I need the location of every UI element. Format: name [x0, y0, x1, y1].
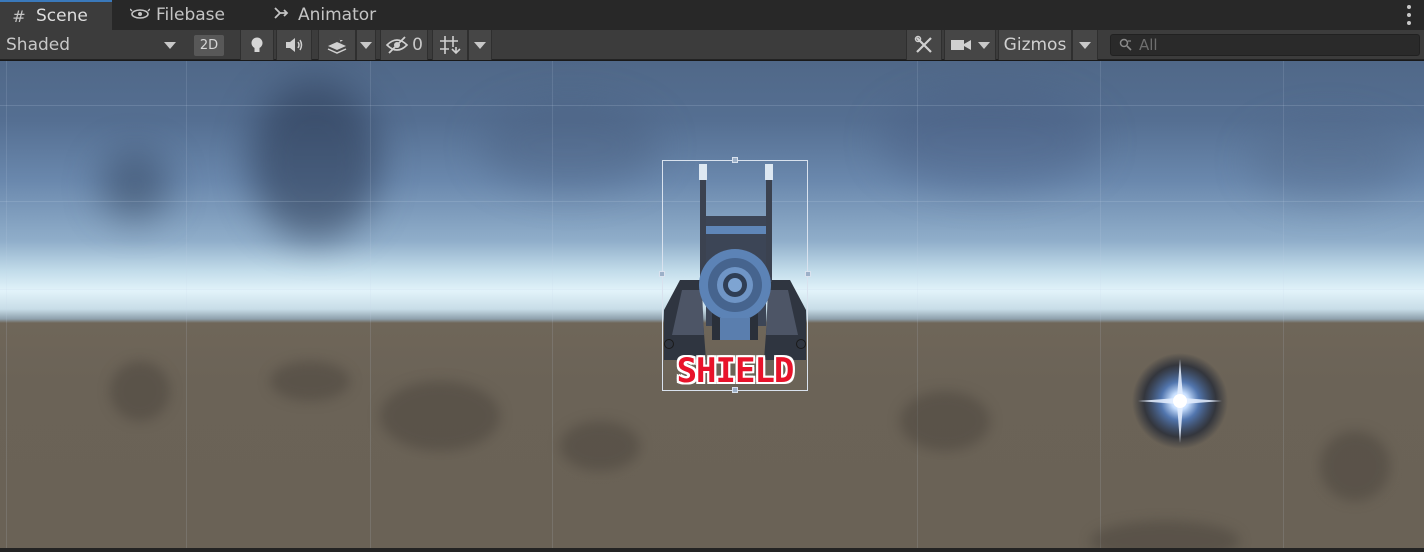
- lighting-toggle-button[interactable]: [240, 30, 274, 60]
- chevron-down-icon: [474, 41, 486, 49]
- sky-cloud: [100, 151, 170, 221]
- toggle-2d-label: 2D: [193, 34, 225, 56]
- chevron-down-icon: [360, 41, 372, 49]
- ground-patch: [380, 381, 500, 451]
- effects-toggle-button[interactable]: [318, 30, 356, 60]
- sky-cloud: [480, 101, 660, 191]
- toggle-2d-button[interactable]: 2D: [190, 30, 228, 60]
- hidden-objects-toggle[interactable]: 0: [380, 30, 428, 60]
- sky-cloud: [1250, 121, 1410, 201]
- speaker-icon: [286, 38, 303, 52]
- grid-line: [370, 61, 371, 552]
- grid-toggle-button[interactable]: [432, 30, 468, 60]
- grid-line: [552, 61, 553, 552]
- sky-cloud: [880, 91, 1100, 191]
- pivot-handle-left[interactable]: [664, 339, 674, 349]
- light-flare-icon[interactable]: [1130, 351, 1230, 451]
- filebase-icon: [129, 6, 151, 25]
- ground-patch: [110, 361, 170, 421]
- ground-patch: [270, 361, 350, 401]
- draw-mode-label: Shaded: [6, 35, 71, 55]
- tab-animator[interactable]: Animator: [262, 0, 392, 30]
- tab-animator-label: Animator: [298, 5, 377, 25]
- ground-patch: [560, 421, 640, 471]
- grid-line: [1283, 61, 1284, 552]
- shield-label: SHIELD: [676, 351, 795, 391]
- search-icon: [1119, 38, 1132, 51]
- draw-mode-dropdown[interactable]: Shaded: [6, 30, 182, 60]
- grid-line: [0, 105, 1424, 106]
- tab-bar: # Scene Filebase Animator: [0, 0, 1424, 30]
- search-input[interactable]: All: [1110, 34, 1420, 56]
- chevron-down-icon: [164, 41, 176, 49]
- grid-line: [6, 61, 7, 552]
- grid-dropdown[interactable]: [468, 30, 492, 60]
- grid-icon: #: [12, 6, 26, 26]
- camera-icon: [951, 40, 971, 50]
- rect-handle-left[interactable]: [659, 271, 665, 277]
- eye-slash-icon: [385, 36, 409, 54]
- tools-toggle-button[interactable]: [906, 30, 942, 60]
- chevron-down-icon: [978, 41, 990, 49]
- viewport-bottom-border: [0, 548, 1424, 552]
- gizmos-toggle-button[interactable]: Gizmos: [998, 30, 1072, 60]
- ground-patch: [1320, 431, 1390, 501]
- gizmos-dropdown[interactable]: [1072, 30, 1098, 60]
- effects-layers-icon: [327, 37, 347, 54]
- hidden-count: 0: [412, 35, 423, 55]
- audio-toggle-button[interactable]: [276, 30, 312, 60]
- gizmos-label: Gizmos: [1003, 35, 1067, 55]
- tab-filebase-label: Filebase: [156, 5, 225, 25]
- more-options-icon[interactable]: [1406, 5, 1412, 25]
- grid-line: [917, 61, 918, 552]
- effects-dropdown[interactable]: [356, 30, 376, 60]
- light-bulb-icon: [251, 37, 263, 52]
- rect-handle-top[interactable]: [732, 157, 738, 163]
- grid-line: [186, 61, 187, 552]
- tab-scene-label: Scene: [36, 6, 88, 26]
- grid-snap-icon: [440, 36, 461, 55]
- grid-line: [1100, 61, 1101, 552]
- pivot-handle-right[interactable]: [796, 339, 806, 349]
- wrench-tools-icon: [914, 35, 932, 53]
- rect-handle-right[interactable]: [805, 271, 811, 277]
- search-placeholder: All: [1139, 36, 1158, 54]
- tab-filebase[interactable]: Filebase: [120, 0, 250, 30]
- scene-viewport[interactable]: SHIELD: [0, 61, 1424, 552]
- animator-icon: [272, 5, 290, 25]
- chevron-down-icon: [1079, 41, 1091, 49]
- tab-scene[interactable]: # Scene: [0, 0, 112, 30]
- ground-patch: [900, 391, 990, 451]
- camera-settings-dropdown[interactable]: [944, 30, 996, 60]
